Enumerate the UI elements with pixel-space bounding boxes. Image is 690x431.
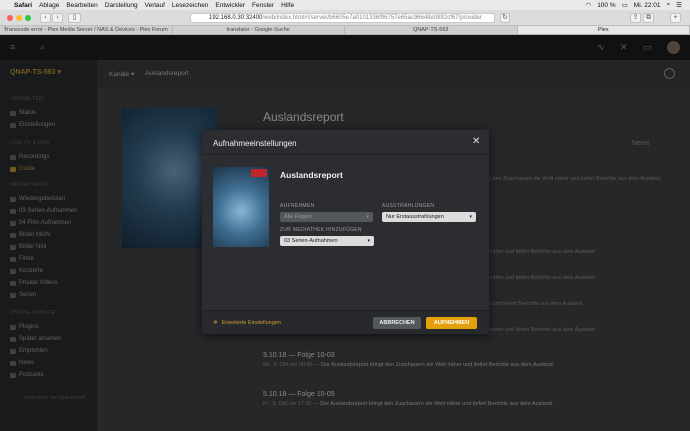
recording-badge-icon — [251, 169, 267, 177]
library-label: ZUR MEDIATHEK HINZUFÜGEN — [280, 227, 362, 233]
dialog-show-title: Auslandsreport — [280, 170, 343, 180]
close-icon[interactable]: ✕ — [472, 136, 480, 147]
wifi-icon[interactable]: ◠ — [586, 1, 592, 9]
share-icon[interactable]: ⇪ — [630, 13, 641, 23]
menu-entwickler[interactable]: Entwickler — [215, 2, 245, 9]
show-thumbnail — [213, 167, 269, 247]
battery-text[interactable]: 100 % — [597, 2, 615, 9]
tab-google[interactable]: translator - Google-Suche — [173, 26, 345, 34]
menu-bearbeiten[interactable]: Bearbeiten — [66, 2, 97, 9]
library-select[interactable]: 03 Serien-Aufnahmen ▾ — [280, 236, 374, 246]
tab-plex-forum[interactable]: × Transcode error - Plex Media Server / N… — [0, 26, 173, 34]
address-bar[interactable]: 192.168.0.30:32400/web/index.html#!/serv… — [190, 13, 495, 23]
advanced-settings-link[interactable]: ✲ Erweiterte Einstellungen — [213, 320, 281, 326]
mac-menu-bar: Safari Ablage Bearbeiten Darstellung Ver… — [0, 0, 690, 10]
record-button[interactable]: AUFNEHMEN — [426, 317, 477, 329]
tab-label: translator - Google-Suche — [226, 27, 290, 33]
menu-darstellung[interactable]: Darstellung — [105, 2, 138, 9]
cancel-button[interactable]: ABBRECHEN — [373, 317, 421, 329]
search-icon[interactable]: ⌕ — [667, 1, 671, 9]
url-path: /web/index.html#!/server/b6605e7a0101336… — [262, 15, 482, 21]
close-tab-icon[interactable]: × — [4, 26, 7, 34]
sidebar-icon[interactable]: ▯ — [68, 13, 81, 23]
forward-icon[interactable]: › — [52, 13, 63, 23]
chevron-down-icon: ▾ — [366, 214, 369, 220]
airings-label: AUSSTRAHLUNGEN — [382, 203, 435, 209]
clock[interactable]: Mi. 22:01 — [634, 2, 661, 9]
dialog-header: Aufnahmeeinstellungen ✕ — [202, 130, 489, 155]
menu-icon[interactable]: ☰ — [676, 1, 682, 9]
gear-icon: ✲ — [213, 320, 218, 326]
safari-toolbar: ‹ › ▯ 192.168.0.30:32400/web/index.html#… — [0, 10, 690, 26]
tab-qnap[interactable]: QNAP-TS-563 — [345, 26, 518, 34]
new-tab-icon[interactable]: + — [670, 13, 681, 23]
advanced-settings-label: Erweiterte Einstellungen — [221, 320, 281, 326]
minimize-window-icon[interactable] — [16, 15, 22, 21]
close-window-icon[interactable] — [7, 15, 13, 21]
chevron-down-icon: ▾ — [469, 214, 472, 220]
menu-verlauf[interactable]: Verlauf — [145, 2, 165, 9]
url-host: 192.168.0.30:32400 — [209, 15, 263, 21]
menu-fenster[interactable]: Fenster — [252, 2, 274, 9]
airings-select[interactable]: Nur Erstausstrahlungen ▾ — [382, 212, 476, 222]
zoom-window-icon[interactable] — [25, 15, 31, 21]
record-select-value: Alle Folgen — [284, 214, 312, 220]
menu-safari[interactable]: Safari — [14, 2, 32, 9]
tab-label: Plex — [597, 27, 609, 33]
menu-hilfe[interactable]: Hilfe — [281, 2, 294, 9]
recording-settings-dialog: Aufnahmeeinstellungen ✕ Auslandsreport A… — [202, 130, 489, 334]
back-icon[interactable]: ‹ — [40, 13, 51, 23]
record-select: Alle Folgen ▾ — [280, 212, 373, 222]
dialog-title: Aufnahmeeinstellungen — [213, 139, 297, 148]
battery-icon[interactable]: ▭ — [622, 1, 628, 9]
tabs-overview-icon[interactable]: ⧉ — [643, 13, 654, 23]
record-label: AUFNEHMEN — [280, 203, 315, 209]
tab-bar: × Transcode error - Plex Media Server / N… — [0, 26, 690, 35]
menu-ablage[interactable]: Ablage — [39, 2, 59, 9]
tab-label: Transcode error - Plex Media Server / NA… — [3, 27, 168, 33]
dialog-footer: ✲ Erweiterte Einstellungen ABBRECHEN AUFN… — [202, 310, 489, 334]
library-select-value: 03 Serien-Aufnahmen — [284, 238, 338, 244]
reload-icon[interactable]: ↻ — [500, 13, 510, 23]
menu-lesezeichen[interactable]: Lesezeichen — [172, 2, 209, 9]
tab-plex[interactable]: Plex — [517, 26, 690, 34]
tab-label: QNAP-TS-563 — [413, 27, 449, 33]
chevron-down-icon: ▾ — [367, 238, 370, 244]
airings-select-value: Nur Erstausstrahlungen — [386, 214, 444, 220]
